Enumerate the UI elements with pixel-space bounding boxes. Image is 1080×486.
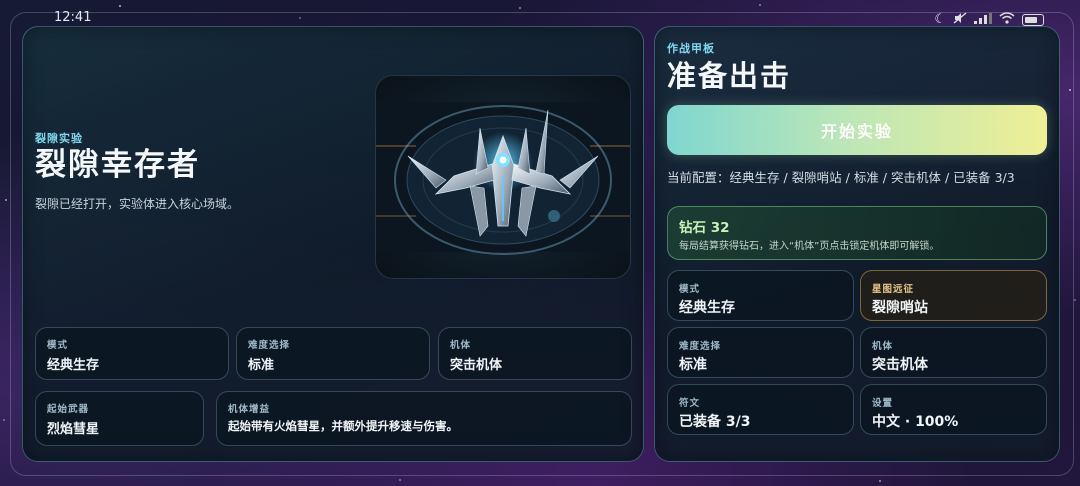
- deck-mech-cell[interactable]: 机体 突击机体: [860, 327, 1047, 378]
- deck-mech-label: 机体: [872, 341, 894, 352]
- mech-artwork: [375, 75, 631, 279]
- diamond-card: 钻石 32 每局结算获得钻石，进入“机体”页点击锁定机体即可解锁。: [667, 206, 1047, 260]
- mode-value: 经典生存: [47, 358, 100, 373]
- status-bar: 12:41 ☾: [0, 0, 1080, 26]
- diamond-count: 钻石 32: [679, 220, 730, 236]
- deck-mech-value: 突击机体: [872, 357, 928, 373]
- character-info-panel: 裂隙实验 裂隙幸存者 裂隙已经打开，实验体进入核心场域。 模式 经典生存 难度选…: [22, 26, 644, 462]
- mode-label: 模式: [47, 340, 69, 351]
- game-subtitle: 裂隙已经打开，实验体进入核心场域。: [35, 197, 240, 211]
- start-experiment-button[interactable]: 开始实验: [667, 105, 1047, 155]
- deck-mode-label: 模式: [679, 284, 701, 295]
- difficulty-cell[interactable]: 难度选择 标准: [236, 327, 430, 380]
- mech-illustration: [376, 102, 630, 255]
- current-config: 当前配置：经典生存 / 裂隙哨站 / 标准 / 突击机体 / 已装备 3/3: [667, 170, 1015, 185]
- status-clock: 12:41: [54, 10, 92, 25]
- deck-mode-cell[interactable]: 模式 经典生存: [667, 270, 854, 321]
- deck-difficulty-label: 难度选择: [679, 341, 722, 352]
- left-eyebrow: 裂隙实验: [35, 132, 83, 145]
- mech-buff-label: 机体增益: [228, 404, 271, 415]
- mode-cell[interactable]: 模式 经典生存: [35, 327, 229, 380]
- starting-weapon-cell[interactable]: 起始武器 烈焰彗星: [35, 391, 204, 446]
- settings-value: 中文 · 100%: [872, 414, 959, 430]
- battery-icon: [1022, 13, 1044, 26]
- diamond-description: 每局结算获得钻石，进入“机体”页点击锁定机体即可解锁。: [679, 241, 940, 252]
- runes-label: 符文: [679, 398, 701, 409]
- settings-label: 设置: [872, 398, 894, 409]
- difficulty-label: 难度选择: [248, 340, 291, 351]
- right-eyebrow: 作战甲板: [667, 42, 715, 55]
- mech-buff-cell: 机体增益 起始带有火焰彗星，并额外提升移速与伤害。: [216, 391, 632, 446]
- wifi-icon: [999, 12, 1015, 27]
- deck-difficulty-cell[interactable]: 难度选择 标准: [667, 327, 854, 378]
- runes-cell[interactable]: 符文 已装备 3/3: [667, 384, 854, 435]
- combat-deck-panel: 作战甲板 准备出击 开始实验 当前配置：经典生存 / 裂隙哨站 / 标准 / 突…: [654, 26, 1060, 462]
- difficulty-value: 标准: [248, 358, 275, 373]
- star-expedition-cell[interactable]: 星图远征 裂隙哨站: [860, 270, 1047, 321]
- settings-cell[interactable]: 设置 中文 · 100%: [860, 384, 1047, 435]
- signal-icon: [974, 12, 992, 27]
- mute-icon: [953, 12, 967, 27]
- moon-icon: ☾: [934, 12, 946, 27]
- starting-weapon-value: 烈焰彗星: [47, 422, 100, 437]
- mech-cell[interactable]: 机体 突击机体: [438, 327, 632, 380]
- starting-weapon-label: 起始武器: [47, 404, 90, 415]
- deck-mode-value: 经典生存: [679, 300, 735, 316]
- deploy-title: 准备出击: [667, 59, 792, 93]
- mech-buff-value: 起始带有火焰彗星，并额外提升移速与伤害。: [228, 419, 458, 433]
- mech-label: 机体: [450, 340, 472, 351]
- star-expedition-value: 裂隙哨站: [872, 300, 928, 316]
- mech-value: 突击机体: [450, 358, 503, 373]
- game-title: 裂隙幸存者: [35, 147, 200, 183]
- star-expedition-label: 星图远征: [872, 284, 915, 295]
- deck-difficulty-value: 标准: [679, 357, 707, 373]
- system-icons: ☾: [934, 12, 1044, 27]
- runes-value: 已装备 3/3: [679, 414, 751, 430]
